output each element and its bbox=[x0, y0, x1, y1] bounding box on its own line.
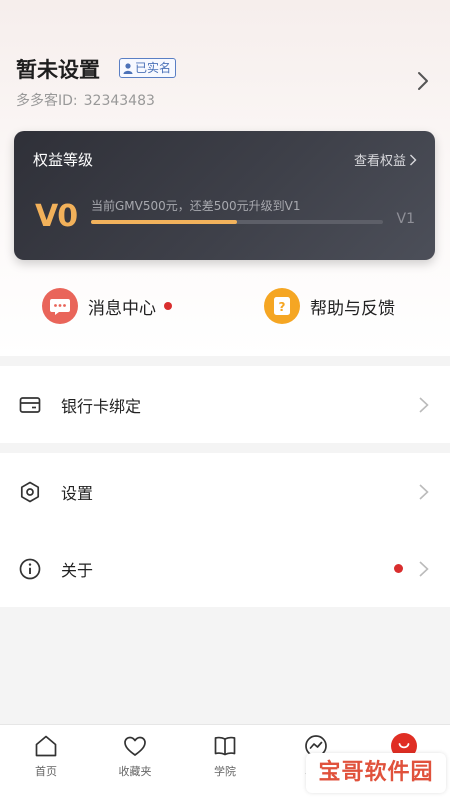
level-progress-text: 当前GMV500元，还差500元升级到V1 bbox=[91, 199, 301, 213]
watermark: 宝哥软件园 bbox=[306, 753, 446, 793]
user-id-label: 多多客ID: bbox=[16, 93, 78, 109]
card-icon bbox=[19, 396, 41, 413]
message-center-label: 消息中心 bbox=[88, 298, 156, 319]
user-name: 暂未设置 bbox=[16, 58, 100, 82]
settings-row[interactable]: 设置 bbox=[0, 453, 450, 530]
home-icon bbox=[35, 735, 57, 757]
bank-card-section: 银行卡绑定 bbox=[0, 366, 450, 443]
message-center-button[interactable]: 消息中心 bbox=[42, 287, 172, 325]
next-level: V1 bbox=[396, 211, 415, 227]
user-id-value: 32343483 bbox=[83, 93, 155, 109]
about-row[interactable]: 关于 bbox=[0, 530, 450, 607]
chevron-right-icon[interactable] bbox=[415, 71, 431, 91]
tab-academy-label: 学院 bbox=[214, 765, 236, 778]
level-progress-fill bbox=[91, 220, 237, 224]
heart-icon bbox=[124, 736, 146, 756]
help-feedback-button[interactable]: ? 帮助与反馈 bbox=[264, 287, 395, 325]
view-rights-link[interactable]: 查看权益 bbox=[354, 150, 417, 169]
bank-card-label: 银行卡绑定 bbox=[61, 396, 142, 416]
help-icon: ? bbox=[264, 288, 300, 324]
info-icon bbox=[19, 558, 41, 579]
unread-dot bbox=[164, 302, 172, 310]
settings-hexagon-icon bbox=[20, 481, 40, 502]
tab-favorites-label: 收藏夹 bbox=[118, 765, 152, 778]
tab-home-label: 首页 bbox=[35, 765, 57, 778]
view-rights-label: 查看权益 bbox=[353, 154, 406, 169]
chevron-right-icon bbox=[419, 560, 429, 577]
book-icon bbox=[214, 736, 236, 756]
rights-card-title: 权益等级 bbox=[33, 151, 94, 169]
person-icon bbox=[123, 63, 133, 74]
chevron-right-icon bbox=[410, 154, 417, 166]
settings-section: 设置 关于 bbox=[0, 453, 450, 607]
svg-text:?: ? bbox=[279, 300, 286, 314]
user-id: 多多客ID: 32343483 bbox=[16, 90, 155, 110]
message-icon bbox=[42, 288, 78, 324]
tab-home[interactable]: 首页 bbox=[16, 733, 76, 779]
settings-label: 设置 bbox=[61, 483, 94, 503]
verified-badge-label: 已实名 bbox=[135, 61, 172, 75]
bank-card-row[interactable]: 银行卡绑定 bbox=[0, 366, 450, 443]
about-label: 关于 bbox=[61, 560, 94, 580]
rights-level-card[interactable]: 权益等级 查看权益 V0 当前GMV500元，还差500元升级到V1 V1 bbox=[14, 131, 435, 260]
chevron-right-icon bbox=[419, 396, 429, 413]
verified-badge: 已实名 bbox=[119, 58, 177, 78]
level-progress-bar bbox=[91, 220, 383, 224]
current-level: V0 bbox=[35, 199, 78, 234]
update-dot bbox=[394, 564, 403, 573]
chevron-right-icon bbox=[419, 483, 429, 500]
help-feedback-label: 帮助与反馈 bbox=[310, 298, 395, 319]
tab-academy[interactable]: 学院 bbox=[195, 733, 255, 779]
tab-favorites[interactable]: 收藏夹 bbox=[105, 733, 165, 779]
